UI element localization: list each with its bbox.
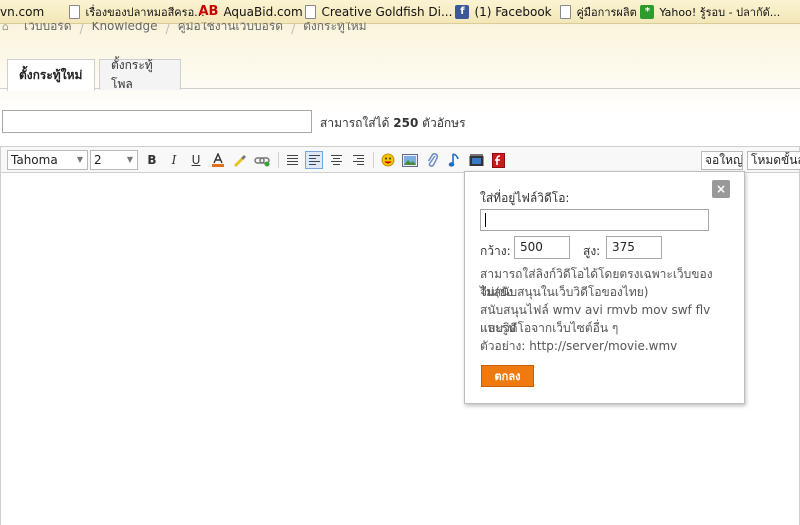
video-example: ตัวอย่าง: http://server/movie.wmv xyxy=(480,339,678,353)
advanced-mode-label: โหมดขั้นสูง xyxy=(751,153,800,167)
bookmark-cichlid[interactable]: เรื่องของปลาหมอสีครอ... xyxy=(65,0,205,23)
chevron-down-icon: ▼ xyxy=(126,155,133,164)
bookmark-label: เรื่องของปลาหมอสีครอ... xyxy=(85,5,205,19)
width-input[interactable]: 500 xyxy=(514,236,570,259)
bookmark-manual[interactable]: คู่มือการผลิต xyxy=(556,0,637,23)
insert-flash-button[interactable] xyxy=(489,151,507,169)
breadcrumb-item-current: ตั้งกระทู้ใหม่ xyxy=(303,22,367,33)
breadcrumb-item-manual[interactable]: คู่มือใช้งานเว็บบอร์ด xyxy=(178,22,283,32)
bookmark-label: Yahoo! รู้รอบ - ปลากัดั... xyxy=(659,5,781,19)
breadcrumb-separator: / xyxy=(291,22,296,36)
insert-video-dialog: × ใส่ที่อยู่ไฟล์วิดีโอ: กว้าง: 500 สูง: … xyxy=(464,171,745,404)
image-icon xyxy=(402,153,418,167)
paperclip-icon xyxy=(427,152,438,167)
height-input[interactable]: 375 xyxy=(606,236,662,259)
align-left-icon xyxy=(308,155,320,165)
bookmark-label: AquaBid.com xyxy=(223,4,303,19)
tab-label: ตั้งกระทู้ใหม่ xyxy=(19,68,83,82)
subject-hint-count: 250 xyxy=(393,116,419,130)
breadcrumb: ⌂ เว็บบอร์ด / Knowledge / คู่มือใช้งานเว… xyxy=(0,22,367,36)
fullscreen-label: จอใหญ่ xyxy=(705,153,743,167)
page-header: ⌂ เว็บบอร์ด / Knowledge / คู่มือใช้งานเว… xyxy=(0,22,800,114)
editor-toolbar: Tahoma ▼ 2 ▼ B I U จอใหญ่ โหมดขั้น xyxy=(0,146,800,172)
page-icon xyxy=(69,4,81,19)
align-right-button[interactable] xyxy=(349,151,367,169)
breadcrumb-separator: / xyxy=(79,22,84,36)
emoticon-button[interactable] xyxy=(379,151,397,169)
breadcrumb-item-knowledge[interactable]: Knowledge xyxy=(92,22,158,32)
underline-button[interactable]: U xyxy=(187,151,205,169)
subject-hint-prefix: สามารถใส่ได้ xyxy=(320,116,390,130)
smiley-icon xyxy=(381,153,395,167)
font-family-select[interactable]: Tahoma ▼ xyxy=(7,150,88,170)
video-url-input[interactable] xyxy=(480,209,709,231)
font-size-select[interactable]: 2 ▼ xyxy=(90,150,138,170)
page-icon xyxy=(560,4,572,19)
bookmark-goldfish[interactable]: Creative Goldfish Di... xyxy=(301,0,453,23)
link-button[interactable] xyxy=(253,151,271,169)
attach-file-button[interactable] xyxy=(423,151,441,169)
fullscreen-button[interactable]: จอใหญ่ xyxy=(701,151,743,170)
subject-input[interactable] xyxy=(2,110,312,133)
video-note-line: แบบวิดีโอจากเว็บไซต์อื่น ๆ xyxy=(480,321,619,335)
link-icon xyxy=(254,157,270,167)
aquabid-icon: AB xyxy=(198,4,219,19)
font-size-value: 2 xyxy=(94,153,102,167)
close-icon: × xyxy=(715,182,727,196)
italic-button[interactable]: I xyxy=(165,151,183,169)
align-left-button[interactable] xyxy=(305,151,323,169)
align-center-icon xyxy=(330,155,342,165)
ok-label: ตกลง xyxy=(494,370,521,383)
breadcrumb-item-webboard[interactable]: เว็บบอร์ด xyxy=(24,22,72,32)
insert-audio-button[interactable] xyxy=(445,151,463,169)
facebook-icon: f xyxy=(455,4,470,19)
tab-label: ตั้งกระทู้โพล xyxy=(111,58,153,91)
text-caret xyxy=(485,213,486,227)
bookmark-label: vn.com xyxy=(0,4,45,19)
align-center-button[interactable] xyxy=(327,151,345,169)
highlight-icon xyxy=(234,155,246,167)
height-label: สูง: xyxy=(583,244,601,258)
video-icon xyxy=(469,154,483,166)
insert-image-button[interactable] xyxy=(401,151,419,169)
bookmark-label: Creative Goldfish Di... xyxy=(321,4,453,19)
tab-new-topic[interactable]: ตั้งกระทู้ใหม่ xyxy=(7,59,95,91)
bookmark-label: คู่มือการผลิต xyxy=(576,5,637,19)
align-justify-button[interactable] xyxy=(283,151,301,169)
text-color-button[interactable] xyxy=(209,151,227,169)
close-button[interactable]: × xyxy=(712,180,730,198)
toolbar-divider xyxy=(373,152,374,168)
text-color-icon xyxy=(212,153,224,167)
page-icon xyxy=(305,4,317,19)
bookmark-yahoo[interactable]: * Yahoo! รู้รอบ - ปลากัดั... xyxy=(636,0,800,23)
insert-video-button[interactable] xyxy=(467,151,485,169)
subject-hint: สามารถใส่ได้ 250 ตัวอักษร xyxy=(320,114,466,133)
bookmark-facebook[interactable]: f (1) Facebook xyxy=(451,0,556,23)
font-family-value: Tahoma xyxy=(11,153,58,167)
tab-new-poll[interactable]: ตั้งกระทู้โพล xyxy=(99,58,181,91)
highlight-button[interactable] xyxy=(231,151,249,169)
video-note-line: ไม่สนับสนุนในเว็บวิดีโอของไทย) xyxy=(480,285,649,299)
align-right-icon xyxy=(352,155,364,165)
bold-button[interactable]: B xyxy=(143,151,161,169)
bookmarks-bar: vn.com เรื่องของปลาหมอสีครอ... AB AquaBi… xyxy=(0,0,800,24)
bookmark-vn[interactable]: vn.com xyxy=(0,0,65,23)
flash-icon xyxy=(491,152,505,168)
video-url-label: ใส่ที่อยู่ไฟล์วิดีโอ: xyxy=(480,191,570,205)
width-label: กว้าง: xyxy=(480,244,511,258)
subject-hint-suffix: ตัวอักษร xyxy=(422,116,466,130)
toolbar-divider xyxy=(278,152,279,168)
bookmark-aquabid[interactable]: AB AquaBid.com xyxy=(194,0,303,23)
post-type-tabs: ตั้งกระทู้ใหม่ ตั้งกระทู้โพล xyxy=(0,57,800,91)
advanced-mode-button[interactable]: โหมดขั้นสูง xyxy=(747,151,800,170)
yahoo-icon: * xyxy=(640,4,655,19)
align-justify-icon xyxy=(286,155,298,165)
home-icon[interactable]: ⌂ xyxy=(2,22,16,36)
music-note-icon xyxy=(448,153,459,167)
breadcrumb-separator: / xyxy=(165,22,170,36)
chevron-down-icon: ▼ xyxy=(76,155,83,164)
bookmark-label: (1) Facebook xyxy=(474,4,552,19)
ok-button[interactable]: ตกลง xyxy=(481,365,534,387)
